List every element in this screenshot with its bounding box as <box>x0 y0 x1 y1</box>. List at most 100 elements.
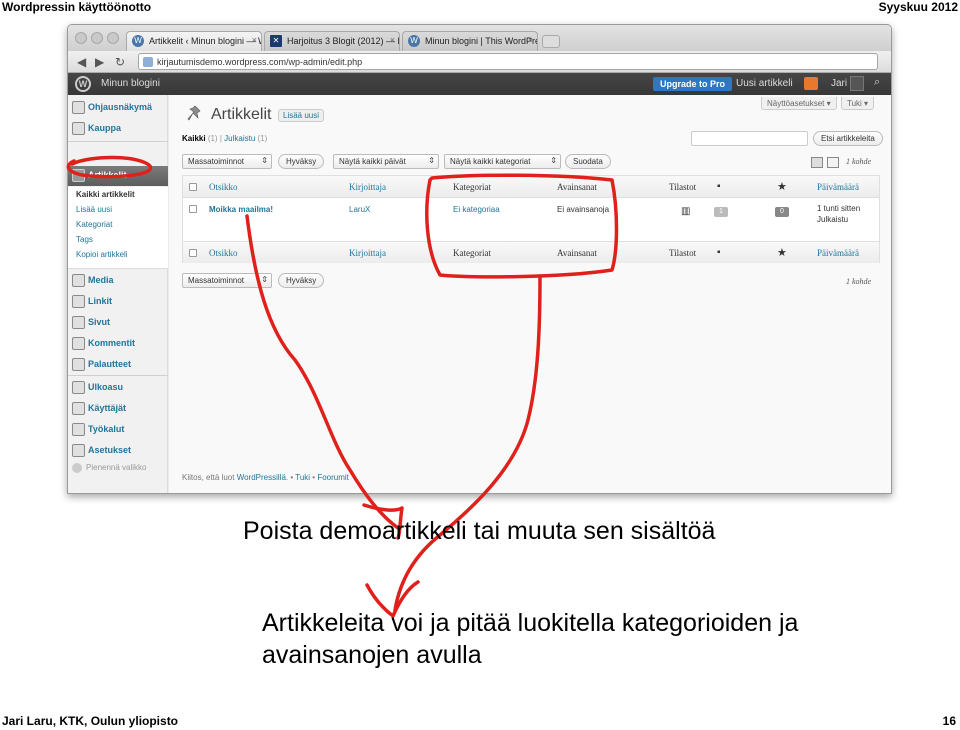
sidebar-item-label: Linkit <box>88 296 112 306</box>
submenu-categories[interactable]: Kategoriat <box>76 220 112 229</box>
new-tab-button[interactable] <box>542 35 560 48</box>
user-menu[interactable]: Jari <box>831 78 847 89</box>
comment-count-badge[interactable]: 1 <box>714 207 728 217</box>
select-arrows-icon: ⇕ <box>550 156 557 165</box>
close-window-icon[interactable] <box>75 32 87 44</box>
star-icon[interactable]: ★ <box>777 246 787 259</box>
stats-chart-icon[interactable]: ▥ <box>681 206 690 217</box>
sidebar-item-store[interactable]: Kauppa <box>68 119 168 139</box>
address-bar[interactable]: kirjautumisdemo.wordpress.com/wp-admin/e… <box>138 53 878 70</box>
submenu-copy-post[interactable]: Kopioi artikkeli <box>76 250 128 259</box>
column-date[interactable]: Päivämäärä <box>817 248 859 258</box>
bulk-actions-value: Massatoiminnot <box>188 276 245 285</box>
search-icon[interactable]: ⌕ <box>874 76 880 89</box>
post-author-link[interactable]: LaruX <box>349 205 370 214</box>
bulk-actions-select-bottom[interactable]: Massatoiminnot ⇕ <box>182 273 272 288</box>
comments-icon <box>72 337 85 350</box>
items-count-bottom: 1 kohde <box>846 277 872 286</box>
search-input[interactable] <box>691 131 808 146</box>
posts-submenu: Kaikki artikkelit Lisää uusi Kategoriat … <box>68 187 168 269</box>
sidebar-item-pages[interactable]: Sivut <box>68 313 168 333</box>
search-posts-button[interactable]: Etsi artikkeleita <box>813 131 883 146</box>
site-icon <box>143 57 153 67</box>
dates-select[interactable]: Näytä kaikki päivät ⇕ <box>333 154 439 169</box>
screen-options-button[interactable]: Näyttöasetukset ▾ <box>761 97 837 110</box>
column-date[interactable]: Päivämäärä <box>817 182 859 192</box>
slide-footer: Jari Laru, KTK, Oulun yliopisto 16 <box>0 714 960 730</box>
new-post-link[interactable]: Uusi artikkeli <box>736 78 793 89</box>
post-categories-link[interactable]: Ei kategoriaa <box>453 205 500 214</box>
categories-select[interactable]: Näytä kaikki kategoriat ⇕ <box>444 154 561 169</box>
sidebar-item-label: Palautteet <box>88 359 132 369</box>
sidebar-item-feedback[interactable]: Palautteet <box>68 355 168 375</box>
sidebar-item-media[interactable]: Media <box>68 271 168 291</box>
apply-button[interactable]: Hyväksy <box>278 154 325 169</box>
list-view-icon[interactable] <box>811 157 823 168</box>
store-icon <box>72 122 85 135</box>
excerpt-view-icon[interactable] <box>827 157 839 168</box>
zoom-window-icon[interactable] <box>107 32 119 44</box>
submenu-tags[interactable]: Tags <box>76 235 93 244</box>
tab-close-icon[interactable]: × <box>252 35 257 45</box>
tab-close-icon[interactable]: × <box>390 35 395 45</box>
column-categories: Kategoriat <box>453 182 491 192</box>
post-tags-value: Ei avainsanoja <box>557 205 610 214</box>
filter-published[interactable]: Julkaistu <box>224 134 255 143</box>
support-link[interactable]: Tuki <box>295 473 310 482</box>
comments-column-icon[interactable]: ▪ <box>717 247 721 258</box>
slide-header: Wordpressin käyttöönotto Syyskuu 2012 <box>0 0 960 14</box>
site-name-link[interactable]: Minun blogini <box>101 78 160 89</box>
wordpress-link[interactable]: WordPressillä <box>237 473 286 482</box>
browser-tab-artikkelit[interactable]: W Artikkelit ‹ Minun blogini — W × <box>126 31 262 51</box>
footer-separator: . • <box>285 473 296 482</box>
sidebar-item-links[interactable]: Linkit <box>68 292 168 312</box>
comments-column-icon[interactable]: ▪ <box>717 181 721 192</box>
minimize-window-icon[interactable] <box>91 32 103 44</box>
sidebar-item-users[interactable]: Käyttäjät <box>68 399 168 419</box>
tab-label: Artikkelit ‹ Minun blogini — W <box>149 36 262 46</box>
wordpress-icon: W <box>132 35 144 47</box>
upgrade-button[interactable]: Upgrade to Pro <box>653 77 733 91</box>
main-content: Näyttöasetukset ▾ Tuki ▾ Artikkelit Lisä… <box>169 95 891 493</box>
submenu-all-posts[interactable]: Kaikki artikkelit <box>76 190 135 199</box>
avatar[interactable] <box>850 76 864 91</box>
browser-tab-minun-blogini[interactable]: W Minun blogini | This WordPre × <box>402 31 538 51</box>
collapse-icon <box>72 463 82 473</box>
help-button[interactable]: Tuki ▾ <box>841 97 875 110</box>
slide: Wordpressin käyttöönotto Syyskuu 2012 W … <box>0 0 960 730</box>
column-title[interactable]: Otsikko <box>209 182 238 192</box>
tab-close-icon[interactable]: × <box>528 35 533 45</box>
column-author[interactable]: Kirjoittaja <box>349 248 386 258</box>
notifications-icon[interactable] <box>804 77 818 90</box>
row-checkbox[interactable] <box>189 205 197 213</box>
add-new-button[interactable]: Lisää uusi <box>278 109 325 122</box>
sidebar-item-comments[interactable]: Kommentit <box>68 334 168 354</box>
forums-link[interactable]: Foorumit <box>317 473 349 482</box>
sidebar-item-settings[interactable]: Asetukset <box>68 441 168 461</box>
submenu-add-new[interactable]: Lisää uusi <box>76 205 112 214</box>
sidebar-item-posts[interactable]: Artikkelit <box>68 166 168 186</box>
select-arrows-icon: ⇕ <box>261 156 268 165</box>
filter-published-count: (1) <box>257 134 268 143</box>
collapse-menu-button[interactable]: Pienennä valikko <box>72 463 146 473</box>
star-icon[interactable]: ★ <box>777 180 787 193</box>
apply-button-bottom[interactable]: Hyväksy <box>278 273 325 288</box>
back-icon[interactable]: ◀ <box>77 55 86 69</box>
column-author[interactable]: Kirjoittaja <box>349 182 386 192</box>
sidebar-item-appearance[interactable]: Ulkoasu <box>68 378 168 398</box>
filter-button[interactable]: Suodata <box>565 154 611 169</box>
forward-icon[interactable]: ▶ <box>95 55 104 69</box>
wordpress-logo-icon[interactable]: W <box>75 76 91 92</box>
post-title-link[interactable]: Moikka maailma! <box>209 205 273 214</box>
reload-icon[interactable]: ↻ <box>115 55 125 69</box>
bulk-actions-select[interactable]: Massatoiminnot ⇕ <box>182 154 272 169</box>
sidebar-item-dashboard[interactable]: Ohjausnäkymä <box>68 98 168 118</box>
pin-icon <box>72 169 85 182</box>
select-all-checkbox[interactable] <box>189 183 197 191</box>
sidebar-item-tools[interactable]: Työkalut <box>68 420 168 440</box>
column-title[interactable]: Otsikko <box>209 248 238 258</box>
feedback-icon <box>72 358 85 371</box>
select-all-checkbox[interactable] <box>189 249 197 257</box>
filter-all[interactable]: Kaikki <box>182 134 206 143</box>
browser-tab-harjoitus[interactable]: ✕ Harjoitus 3 Blogit (2012) — K × <box>264 31 400 51</box>
